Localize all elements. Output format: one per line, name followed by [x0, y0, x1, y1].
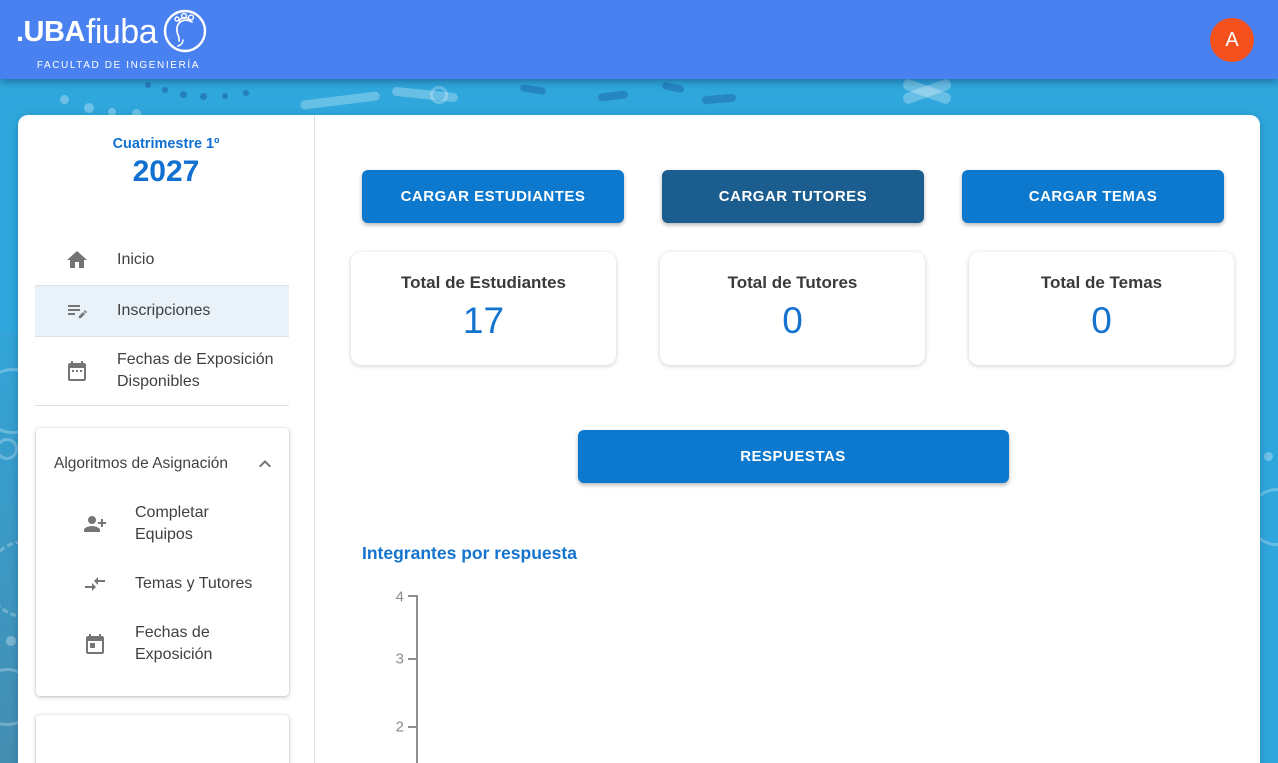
chart-tick-label: 2 — [362, 719, 404, 736]
stat-title: Total de Tutores — [660, 273, 925, 293]
stat-title: Total de Temas — [969, 273, 1234, 293]
cargar-estudiantes-button[interactable]: CARGAR ESTUDIANTES — [362, 170, 624, 223]
chart-tick — [408, 595, 416, 597]
upload-buttons-row: CARGAR ESTUDIANTES CARGAR TUTORES CARGAR… — [362, 170, 1224, 223]
compare-arrows-icon — [83, 572, 107, 596]
sidebar-item-temas-tutores[interactable]: Temas y Tutores — [36, 572, 289, 596]
main-content: CARGAR ESTUDIANTES CARGAR TUTORES CARGAR… — [315, 115, 1260, 763]
event-icon — [83, 632, 107, 656]
respuestas-row: RESPUESTAS — [362, 430, 1224, 483]
sidebar-item-inscripciones[interactable]: Inscripciones — [35, 286, 289, 336]
sidebar-item-label: Inscripciones — [117, 300, 289, 322]
chart-tick-label: 3 — [362, 651, 404, 668]
chart-y-axis — [416, 595, 418, 763]
sidebar-item-label: Inicio — [117, 249, 289, 271]
playlist-edit-icon — [65, 299, 89, 323]
stat-value: 17 — [351, 300, 616, 342]
calendar-range-icon — [65, 359, 89, 383]
cargar-tutores-button[interactable]: CARGAR TUTORES — [662, 170, 924, 223]
logo-subtitle: FACULTAD DE INGENIERÍA — [37, 60, 200, 71]
respuestas-button[interactable]: RESPUESTAS — [578, 430, 1009, 483]
stat-value: 0 — [969, 300, 1234, 342]
chart-tick — [408, 658, 416, 660]
chevron-up-icon — [253, 452, 277, 476]
algoritmos-header[interactable]: Algoritmos de Asignación — [36, 428, 289, 476]
person-add-icon — [83, 512, 107, 536]
cargar-temas-button[interactable]: CARGAR TEMAS — [962, 170, 1224, 223]
chart-tick — [408, 726, 416, 728]
uba-fiuba-logo[interactable]: .UBA fiuba FACULTAD DE INGENIERÍA — [16, 10, 212, 68]
app-header: .UBA fiuba FACULTAD DE INGENIERÍA A — [0, 0, 1278, 79]
chart-tick-label: 4 — [362, 589, 404, 606]
sidebar-item-inicio[interactable]: Inicio — [35, 235, 289, 285]
stat-card-temas: Total de Temas 0 — [969, 252, 1234, 365]
sidebar-item-label: Completar Equipos — [135, 502, 263, 546]
fiuba-emblem-icon — [162, 8, 208, 54]
sidebar-item-completar-equipos[interactable]: Completar Equipos — [36, 502, 289, 546]
sidebar: Cuatrimestre 1º 2027 Inicio Inscripcione… — [18, 115, 315, 763]
year-label: 2027 — [18, 155, 314, 189]
sidebar-item-fechas-exposicion[interactable]: Fechas de Exposición — [36, 622, 289, 666]
period-label: Cuatrimestre 1º — [18, 136, 314, 152]
sidebar-nav: Inicio Inscripciones Fechas de Exposició… — [35, 235, 289, 406]
chart-integrantes-por-respuesta: 4 3 2 — [362, 593, 1224, 763]
sidebar-item-label: Fechas de Exposición — [135, 622, 263, 666]
sidebar-item-fechas-disponibles[interactable]: Fechas de Exposición Disponibles — [35, 337, 289, 405]
algoritmos-title: Algoritmos de Asignación — [54, 455, 228, 473]
algoritmos-card: Algoritmos de Asignación Completar Equip… — [36, 428, 289, 696]
stat-title: Total de Estudiantes — [351, 273, 616, 293]
avatar-letter: A — [1225, 29, 1238, 52]
stat-card-tutores: Total de Tutores 0 — [660, 252, 925, 365]
stats-row: Total de Estudiantes 17 Total de Tutores… — [351, 252, 1234, 365]
chart-title: Integrantes por respuesta — [362, 543, 1224, 564]
sidebar-empty-card — [36, 715, 289, 763]
stat-card-estudiantes: Total de Estudiantes 17 — [351, 252, 616, 365]
stat-value: 0 — [660, 300, 925, 342]
avatar[interactable]: A — [1210, 18, 1254, 62]
logo-fiuba-text: fiuba — [86, 13, 157, 52]
main-card: Cuatrimestre 1º 2027 Inicio Inscripcione… — [18, 115, 1260, 763]
home-icon — [65, 248, 89, 272]
logo-uba-text: .UBA — [16, 16, 85, 49]
sidebar-item-label: Fechas de Exposición Disponibles — [117, 349, 289, 393]
divider — [35, 405, 289, 406]
sidebar-item-label: Temas y Tutores — [135, 573, 263, 595]
